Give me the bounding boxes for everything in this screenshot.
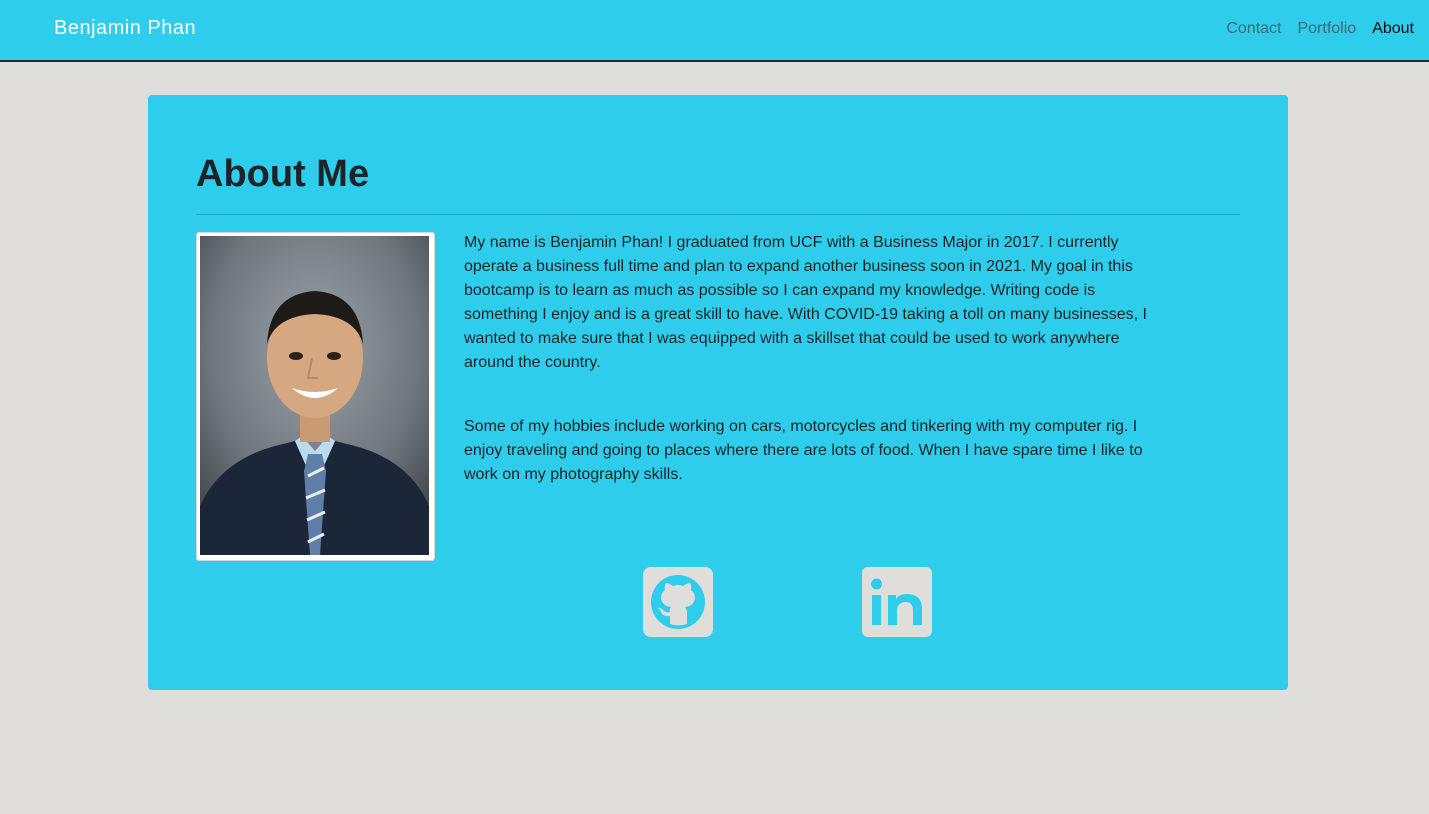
bio: My name is Benjamin Phan! I graduated fr… [464,231,1154,487]
github-icon [643,567,713,637]
profile-photo [200,236,429,555]
divider [196,214,1240,215]
nav-links: Contact Portfolio About [1226,20,1414,38]
profile-photo-frame [196,232,435,561]
github-link[interactable] [643,567,713,637]
nav-link-contact[interactable]: Contact [1226,20,1281,38]
navbar: Benjamin Phan Contact Portfolio About [0,0,1429,62]
bio-paragraph: Some of my hobbies include working on ca… [464,418,1143,483]
nav-link-portfolio[interactable]: Portfolio [1297,20,1356,38]
linkedin-link[interactable] [862,567,932,637]
linkedin-icon [862,567,932,637]
about-card: About Me My name is Benjamin Phan! I gra… [148,95,1288,690]
nav-link-about[interactable]: About [1372,20,1414,38]
bio-paragraph: My name is Benjamin Phan! I graduated fr… [464,234,1147,371]
brand-link[interactable]: Benjamin Phan [54,17,196,40]
page-title: About Me [196,153,370,195]
